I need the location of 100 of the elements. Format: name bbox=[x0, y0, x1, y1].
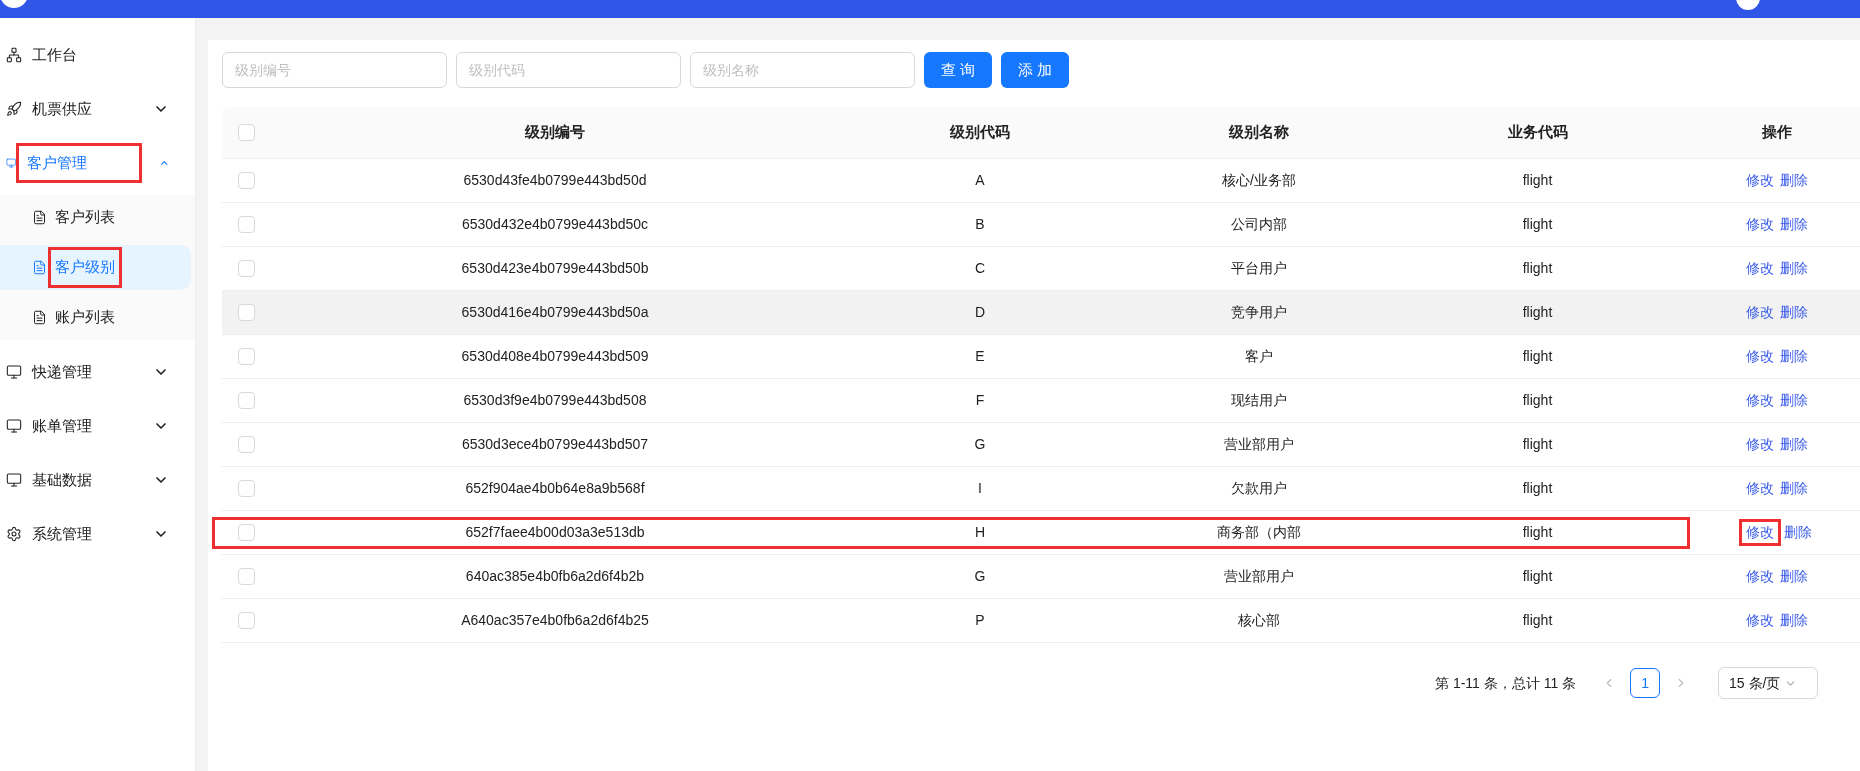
submenu-label: 账户列表 bbox=[54, 307, 116, 328]
checkbox[interactable] bbox=[237, 392, 255, 409]
table-cell-text: 6530d3f9e4b0799e443bd508 bbox=[463, 391, 647, 410]
edit-link[interactable]: 修改 bbox=[1742, 522, 1778, 543]
menu-label: 基础数据 bbox=[31, 469, 93, 490]
filter-field[interactable]: 级别代码 bbox=[456, 52, 681, 88]
checkbox[interactable] bbox=[237, 348, 255, 365]
filter-field[interactable]: 级别编号 bbox=[222, 52, 447, 88]
menu-label: 工作台 bbox=[31, 44, 78, 65]
delete-link[interactable]: 删除 bbox=[1780, 610, 1808, 631]
submenu-item[interactable]: 客户列表 bbox=[0, 195, 191, 240]
delete-link[interactable]: 删除 bbox=[1780, 566, 1808, 587]
delete-link[interactable]: 删除 bbox=[1780, 390, 1808, 411]
table-cell-text: 652f904ae4b0b64e8a9b568f bbox=[465, 479, 645, 498]
delete-link[interactable]: 删除 bbox=[1780, 170, 1808, 191]
submenu-label: 客户列表 bbox=[54, 207, 116, 228]
edit-link[interactable]: 修改 bbox=[1746, 566, 1774, 587]
table-cell-text: 6530d43fe4b0799e443bd50d bbox=[463, 171, 647, 190]
table-cell-text: 欠款用户 bbox=[1231, 479, 1287, 498]
checkbox[interactable] bbox=[237, 568, 255, 585]
menu-icon bbox=[6, 526, 22, 542]
delete-link[interactable]: 删除 bbox=[1780, 214, 1808, 235]
add-button[interactable]: 添 加 bbox=[1001, 52, 1070, 88]
menu-icon bbox=[6, 155, 17, 171]
checkbox[interactable] bbox=[237, 124, 255, 141]
table-cell-text: flight bbox=[1522, 303, 1553, 322]
table-cell-text: 竞争用户 bbox=[1231, 303, 1287, 322]
document-icon bbox=[32, 260, 47, 275]
checkbox[interactable] bbox=[237, 480, 255, 497]
sidebar-item[interactable]: 基础数据 bbox=[0, 453, 195, 507]
menu-icon bbox=[6, 101, 22, 117]
delete-link[interactable]: 删除 bbox=[1780, 302, 1808, 323]
page-size-select[interactable]: 15 条/页 bbox=[1718, 667, 1819, 699]
table-cell-text: A bbox=[975, 171, 985, 190]
checkbox[interactable] bbox=[237, 260, 255, 277]
table-cell-text: flight bbox=[1522, 435, 1553, 454]
sidebar-item[interactable]: 账单管理 bbox=[0, 399, 195, 453]
submenu-item[interactable]: 账户列表 bbox=[0, 295, 191, 340]
menu-icon bbox=[6, 472, 22, 488]
table-cell-text: I bbox=[978, 479, 982, 498]
document-icon bbox=[32, 310, 47, 325]
edit-link[interactable]: 修改 bbox=[1746, 346, 1774, 367]
delete-link[interactable]: 删除 bbox=[1780, 258, 1808, 279]
menu-label: 快递管理 bbox=[30, 361, 93, 382]
checkbox[interactable] bbox=[237, 436, 255, 453]
edit-link[interactable]: 修改 bbox=[1746, 214, 1774, 235]
delete-link[interactable]: 删除 bbox=[1780, 478, 1808, 499]
menu-label: 客户管理 bbox=[18, 145, 139, 181]
menu-icon bbox=[6, 47, 22, 63]
sidebar-item[interactable]: 快递管理 bbox=[0, 345, 195, 399]
table-cell-text: 客户 bbox=[1245, 347, 1273, 366]
submenu-item[interactable]: 客户级别 bbox=[0, 245, 191, 290]
column-header: 业务代码 bbox=[1507, 122, 1568, 143]
table-cell-text: 6530d432e4b0799e443bd50c bbox=[461, 215, 649, 234]
delete-link[interactable]: 删除 bbox=[1784, 522, 1812, 543]
edit-link[interactable]: 修改 bbox=[1746, 258, 1774, 279]
sidebar-item[interactable]: 系统管理 bbox=[0, 507, 195, 561]
checkbox[interactable] bbox=[237, 524, 255, 541]
edit-link[interactable]: 修改 bbox=[1746, 170, 1774, 191]
table-cell-text: flight bbox=[1522, 479, 1553, 498]
checkbox[interactable] bbox=[237, 612, 255, 629]
table-cell-text: flight bbox=[1522, 391, 1553, 410]
table-cell-text: 640ac385e4b0fb6a2d6f4b2b bbox=[465, 567, 645, 586]
checkbox[interactable] bbox=[237, 216, 255, 233]
sidebar-item[interactable]: 工作台 bbox=[0, 28, 195, 82]
table-cell-text: G bbox=[974, 567, 986, 586]
checkbox[interactable] bbox=[237, 304, 255, 321]
table-cell-text: B bbox=[975, 215, 985, 234]
edit-link[interactable]: 修改 bbox=[1746, 302, 1774, 323]
checkbox[interactable] bbox=[237, 172, 255, 189]
table-cell-text: 652f7faee4b00d03a3e513db bbox=[465, 523, 645, 542]
table-cell-text: flight bbox=[1522, 347, 1553, 366]
table-cell-text: 公司内部 bbox=[1231, 215, 1287, 234]
table-cell-text: 商务部（内部 bbox=[1217, 523, 1301, 542]
table-cell-text: H bbox=[974, 523, 986, 542]
menu-label: 机票供应 bbox=[31, 98, 93, 119]
edit-link[interactable]: 修改 bbox=[1746, 434, 1774, 455]
search-button[interactable]: 查 询 bbox=[924, 52, 993, 88]
table-cell-text: F bbox=[975, 391, 985, 410]
table-cell-text: flight bbox=[1522, 567, 1553, 586]
edit-link[interactable]: 修改 bbox=[1746, 610, 1774, 631]
sidebar-item[interactable]: 客户管理 bbox=[0, 136, 195, 190]
table-cell-text: flight bbox=[1522, 259, 1553, 278]
table-cell-text: flight bbox=[1522, 611, 1553, 630]
table-cell-text: D bbox=[974, 303, 986, 322]
edit-link[interactable]: 修改 bbox=[1746, 390, 1774, 411]
sidebar-item[interactable]: 机票供应 bbox=[0, 82, 195, 136]
table-cell-text: P bbox=[975, 611, 985, 630]
table-cell-text: 平台用户 bbox=[1231, 259, 1287, 278]
delete-link[interactable]: 删除 bbox=[1780, 434, 1808, 455]
filter-field[interactable]: 级别名称 bbox=[690, 52, 915, 88]
edit-link[interactable]: 修改 bbox=[1746, 478, 1774, 499]
page-button[interactable]: 1 bbox=[1630, 668, 1661, 698]
menu-icon bbox=[6, 364, 22, 380]
delete-link[interactable]: 删除 bbox=[1780, 346, 1808, 367]
table-cell-text: 核心/业务部 bbox=[1222, 171, 1296, 190]
table-cell-text: flight bbox=[1522, 171, 1553, 190]
table-cell-text: 营业部用户 bbox=[1224, 435, 1294, 454]
document-icon bbox=[32, 210, 47, 225]
table-cell-text: C bbox=[974, 259, 986, 278]
